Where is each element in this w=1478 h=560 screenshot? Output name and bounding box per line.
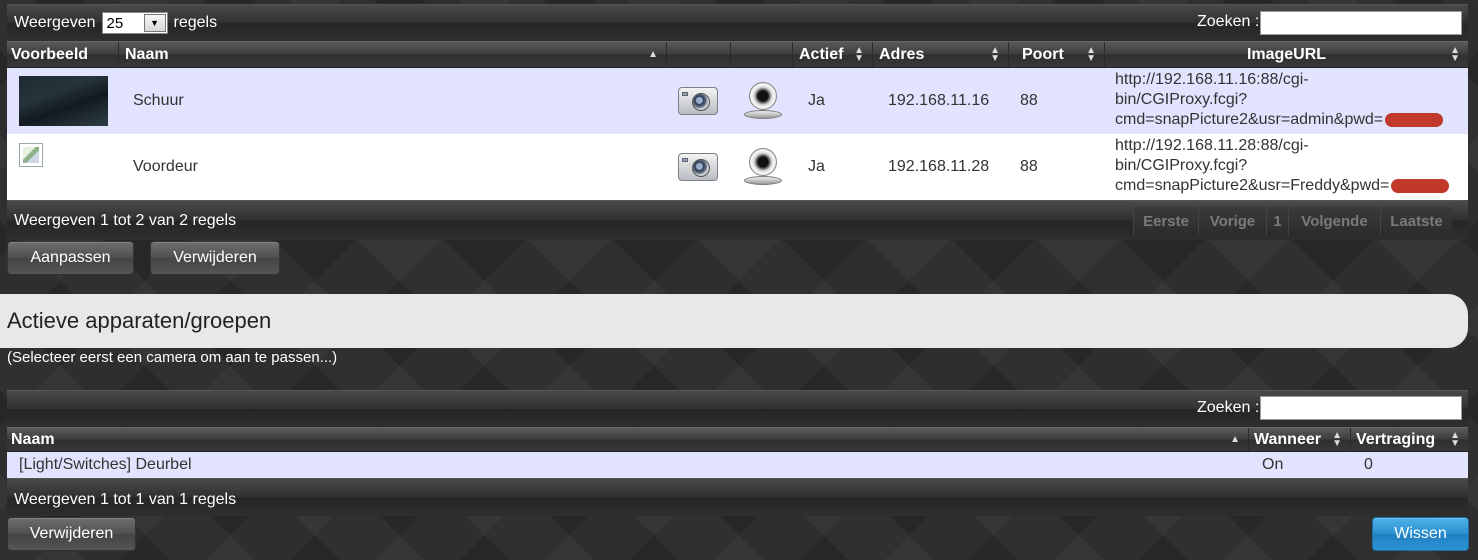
delete-button[interactable]: Verwijderen xyxy=(150,241,280,275)
edit-button[interactable]: Aanpassen xyxy=(7,241,134,275)
search-input[interactable] xyxy=(1260,396,1462,420)
cameras-toolbar: Weergeven 25 ▼ regels Zoeken : xyxy=(7,4,1468,41)
redaction-mark xyxy=(1385,112,1444,127)
devices-table-header: Naam ▲ Wanneer ▲ ▼ Vertraging ▲ ▼ xyxy=(7,427,1468,452)
imageurl-line: http://192.168.11.28:88/cgi- xyxy=(1115,137,1309,154)
imageurl-line: cmd=snapPicture2&usr=admin&pwd= xyxy=(1115,111,1384,128)
search-label: Zoeken : xyxy=(1197,399,1260,416)
col-preview-label: Voorbeeld xyxy=(11,45,89,63)
sort-both-icon: ▲ ▼ xyxy=(1332,429,1342,449)
devices-footer: Weergeven 1 tot 1 van 1 regels xyxy=(7,478,1468,516)
active-cell: Ja xyxy=(808,158,825,175)
length-suffix: regels xyxy=(173,14,218,31)
clear-button[interactable]: Wissen xyxy=(1372,517,1469,551)
col-when[interactable]: Wanneer ▲ ▼ xyxy=(1249,428,1351,451)
col-active[interactable]: Actief ▲ ▼ xyxy=(793,42,873,67)
length-select[interactable]: 25 ▼ xyxy=(101,12,168,34)
table-info: Weergeven 1 tot 2 van 2 regels xyxy=(14,212,237,229)
preview-cell xyxy=(19,143,43,167)
col-name[interactable]: Naam ▲ xyxy=(119,42,667,67)
name-cell: Schuur xyxy=(133,92,184,109)
webcam-icon[interactable] xyxy=(743,148,783,186)
col-delay[interactable]: Vertraging ▲ ▼ xyxy=(1351,428,1468,451)
stream-cell[interactable] xyxy=(743,134,783,200)
when-cell: On xyxy=(1262,456,1284,473)
cameras-footer: Weergeven 1 tot 2 van 2 regels Eerste Vo… xyxy=(7,200,1468,240)
sort-both-icon: ▲ ▼ xyxy=(990,44,1000,64)
snapshot-cell[interactable] xyxy=(678,68,718,134)
pagination: Eerste Vorige 1 Volgende Laatste xyxy=(1133,207,1464,235)
sort-asc-icon: ▲ xyxy=(648,48,658,60)
snapshot-cell[interactable] xyxy=(678,134,718,200)
sort-both-icon: ▲ ▼ xyxy=(1086,44,1096,64)
col-snapshot xyxy=(667,42,731,67)
col-address[interactable]: Adres ▲ ▼ xyxy=(873,42,1009,67)
length-control: Weergeven 25 ▼ regels xyxy=(14,12,217,34)
pager-prev-button[interactable]: Vorige xyxy=(1198,207,1266,235)
delay-cell: 0 xyxy=(1364,456,1373,473)
active-cell: Ja xyxy=(808,92,825,109)
pager-page-button[interactable]: 1 xyxy=(1266,207,1288,235)
redaction-mark xyxy=(1391,178,1450,193)
col-active-label: Actief xyxy=(799,45,844,63)
address-cell: 192.168.11.16 xyxy=(888,92,990,109)
camera-thumbnail xyxy=(19,76,108,126)
chevron-down-icon: ▼ xyxy=(143,14,166,32)
length-prefix: Weergeven xyxy=(14,14,96,31)
length-select-value: 25 xyxy=(106,14,124,32)
col-delay-label: Vertraging xyxy=(1356,430,1436,448)
table-row[interactable]: [Light/Switches] Deurbel On 0 xyxy=(7,452,1468,478)
camera-icon[interactable] xyxy=(678,87,718,115)
col-imageurl[interactable]: ImageURL ▲ ▼ xyxy=(1105,42,1468,67)
pager-first-button[interactable]: Eerste xyxy=(1133,207,1198,235)
sort-both-icon: ▲ ▼ xyxy=(1450,44,1460,64)
col-when-label: Wanneer xyxy=(1254,430,1321,448)
col-name-label: Naam xyxy=(125,45,169,63)
devices-toolbar: Zoeken : xyxy=(7,390,1468,427)
col-imageurl-label: ImageURL xyxy=(1246,45,1327,63)
imageurl-line: http://192.168.11.16:88/cgi- xyxy=(1115,71,1309,88)
sort-both-icon: ▲ ▼ xyxy=(1450,429,1460,449)
cameras-table-header: Voorbeeld Naam ▲ Actief ▲ ▼ Adres ▲ ▼ Poor… xyxy=(7,41,1468,68)
sort-asc-icon: ▲ xyxy=(1230,433,1240,445)
stream-cell[interactable] xyxy=(743,68,783,134)
broken-image-icon xyxy=(19,143,43,167)
col-address-label: Adres xyxy=(879,45,925,63)
search-label: Zoeken : xyxy=(1197,13,1260,30)
imageurl-line: bin/CGIProxy.fcgi? xyxy=(1115,91,1248,108)
section-title: Actieve apparaten/groepen xyxy=(0,294,1468,348)
table-row[interactable]: Schuur Ja 192.168.11.16 88 http://192.16… xyxy=(7,68,1468,134)
port-cell: 88 xyxy=(1020,92,1038,109)
name-cell: Voordeur xyxy=(133,158,198,175)
imageurl-line: cmd=snapPicture2&usr=Freddy&pwd= xyxy=(1115,177,1390,194)
sort-both-icon: ▲ ▼ xyxy=(854,44,864,64)
address-cell: 192.168.11.28 xyxy=(888,158,990,175)
imageurl-cell: http://192.168.11.16:88/cgi- bin/CGIProx… xyxy=(1115,70,1444,130)
imageurl-line: bin/CGIProxy.fcgi? xyxy=(1115,157,1248,174)
imageurl-cell: http://192.168.11.28:88/cgi- bin/CGIProx… xyxy=(1115,136,1450,196)
col-name[interactable]: Naam ▲ xyxy=(7,428,1249,451)
table-info: Weergeven 1 tot 1 van 1 regels xyxy=(14,491,237,508)
search-input[interactable] xyxy=(1260,11,1462,35)
section-hint: (Selecteer eerst een camera om aan te pa… xyxy=(7,349,338,366)
webcam-icon[interactable] xyxy=(743,82,783,120)
delete-device-button[interactable]: Verwijderen xyxy=(7,517,136,551)
col-preview[interactable]: Voorbeeld xyxy=(7,42,119,67)
col-name-label: Naam xyxy=(11,430,55,448)
table-row[interactable]: Voordeur Ja 192.168.11.28 88 http://192.… xyxy=(7,134,1468,200)
pager-next-button[interactable]: Volgende xyxy=(1288,207,1380,235)
camera-icon[interactable] xyxy=(678,153,718,181)
device-name-cell: [Light/Switches] Deurbel xyxy=(19,456,192,473)
port-cell: 88 xyxy=(1020,158,1038,175)
col-port[interactable]: Poort ▲ ▼ xyxy=(1009,42,1105,67)
pager-last-button[interactable]: Laatste xyxy=(1380,207,1452,235)
preview-cell xyxy=(19,68,108,134)
col-port-label: Poort xyxy=(1022,45,1064,63)
col-stream xyxy=(731,42,793,67)
